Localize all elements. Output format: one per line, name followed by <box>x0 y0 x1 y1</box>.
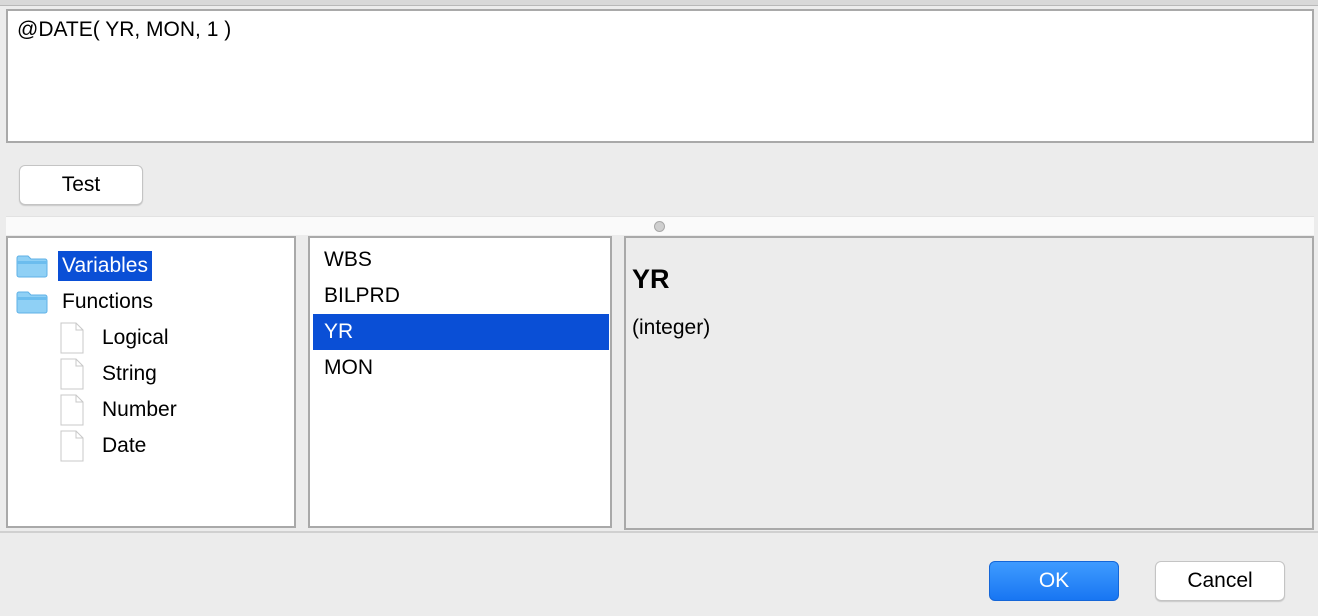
list-item-mon[interactable]: MON <box>313 350 609 386</box>
cancel-button[interactable]: Cancel <box>1155 561 1285 601</box>
test-button[interactable]: Test <box>19 165 143 205</box>
tree-item-label: Variables <box>58 251 152 281</box>
ok-button[interactable]: OK <box>989 561 1119 601</box>
category-tree: Variables Functions Logical String Numbe… <box>6 236 296 528</box>
window-top-edge <box>0 0 1318 6</box>
expression-editor[interactable]: @DATE( YR, MON, 1 ) <box>6 9 1314 143</box>
detail-type: (integer) <box>632 316 711 339</box>
document-icon <box>60 430 84 462</box>
document-icon <box>60 358 84 390</box>
list-item-bilprd[interactable]: BILPRD <box>313 278 609 314</box>
footer-divider <box>0 531 1318 533</box>
variable-list: WBS BILPRD YR MON <box>308 236 612 528</box>
tree-item-label: Logical <box>102 326 169 349</box>
document-icon <box>60 394 84 426</box>
document-icon <box>60 322 84 354</box>
pane-splitter[interactable] <box>6 216 1314 235</box>
folder-icon <box>16 291 48 314</box>
detail-pane: YR (integer) <box>624 236 1314 530</box>
detail-title: YR <box>632 264 670 294</box>
list-item-wbs[interactable]: WBS <box>313 242 609 278</box>
tree-item-label: Number <box>102 398 177 421</box>
tree-item-label: Date <box>102 434 147 457</box>
tree-item-label: String <box>102 362 157 385</box>
folder-icon <box>16 255 48 278</box>
list-item-yr[interactable]: YR <box>313 314 609 350</box>
splitter-grip-icon[interactable] <box>654 221 665 232</box>
tree-item-label: Functions <box>62 290 154 313</box>
